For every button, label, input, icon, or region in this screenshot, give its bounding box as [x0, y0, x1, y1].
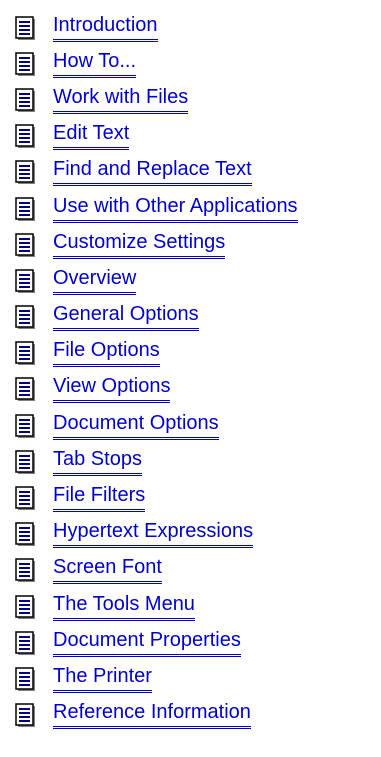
document-icon — [15, 88, 36, 113]
document-icon — [15, 15, 36, 41]
topic-item[interactable]: Edit Text — [15, 119, 298, 155]
topic-item[interactable]: View Options — [15, 372, 298, 408]
document-icon — [15, 305, 36, 330]
topic-link[interactable]: How To... — [53, 51, 136, 78]
topic-item[interactable]: General Options — [15, 300, 298, 336]
topic-item[interactable]: Reference Information — [15, 698, 298, 734]
document-icon — [15, 377, 36, 403]
document-icon — [15, 450, 36, 475]
topic-link[interactable]: Document Properties — [53, 630, 241, 657]
document-icon — [15, 52, 36, 77]
topic-link[interactable]: Screen Font — [53, 557, 162, 585]
topic-item[interactable]: Introduction — [15, 10, 298, 46]
document-icon — [15, 124, 36, 149]
topic-link[interactable]: Document Options — [53, 413, 219, 440]
topic-item[interactable]: File Options — [15, 336, 298, 372]
document-icon — [15, 667, 36, 692]
topic-item[interactable]: Tab Stops — [15, 444, 298, 480]
topic-item[interactable]: Document Properties — [15, 625, 298, 661]
topic-item[interactable]: Document Options — [15, 408, 298, 444]
topic-link[interactable]: Reference Information — [53, 702, 251, 730]
topic-link[interactable]: The Printer — [53, 666, 152, 693]
document-icon — [15, 703, 36, 728]
document-icon — [15, 631, 36, 656]
document-icon — [15, 160, 36, 186]
document-icon — [15, 522, 36, 547]
document-icon — [15, 486, 36, 511]
topic-item[interactable]: Customize Settings — [15, 227, 298, 263]
topic-link[interactable]: Tab Stops — [53, 449, 142, 476]
topic-link[interactable]: Introduction — [53, 15, 158, 42]
document-icon — [15, 269, 36, 294]
topic-link[interactable]: Find and Replace Text — [53, 159, 252, 187]
topic-item[interactable]: Find and Replace Text — [15, 155, 298, 191]
topic-link[interactable]: Overview — [53, 268, 137, 295]
topic-item[interactable]: File Filters — [15, 480, 298, 516]
topic-item[interactable]: Hypertext Expressions — [15, 517, 298, 553]
document-icon — [15, 413, 36, 439]
document-icon — [15, 558, 36, 584]
topic-item[interactable]: Use with Other Applications — [15, 191, 298, 227]
topic-link[interactable]: General Options — [53, 304, 199, 332]
topic-link[interactable]: Customize Settings — [53, 232, 226, 259]
help-topic-list: Introduction How To... Work with Files E… — [15, 10, 298, 734]
topic-item[interactable]: Overview — [15, 263, 298, 299]
topic-link[interactable]: The Tools Menu — [53, 594, 195, 621]
topic-item[interactable]: Screen Font — [15, 553, 298, 589]
document-icon — [15, 232, 36, 258]
document-icon — [15, 594, 36, 620]
topic-item[interactable]: The Printer — [15, 661, 298, 697]
document-icon — [15, 196, 36, 222]
topic-link[interactable]: Work with Files — [53, 87, 189, 114]
document-icon — [15, 341, 36, 367]
topic-link[interactable]: File Options — [53, 340, 160, 368]
topic-link[interactable]: File Filters — [53, 485, 146, 513]
topic-item[interactable]: The Tools Menu — [15, 589, 298, 625]
topic-link[interactable]: Use with Other Applications — [53, 196, 298, 223]
topic-link[interactable]: Edit Text — [53, 123, 130, 151]
topic-link[interactable]: Hypertext Expressions — [53, 521, 254, 549]
topic-item[interactable]: How To... — [15, 46, 298, 82]
topic-link[interactable]: View Options — [53, 376, 171, 404]
topic-item[interactable]: Work with Files — [15, 82, 298, 118]
